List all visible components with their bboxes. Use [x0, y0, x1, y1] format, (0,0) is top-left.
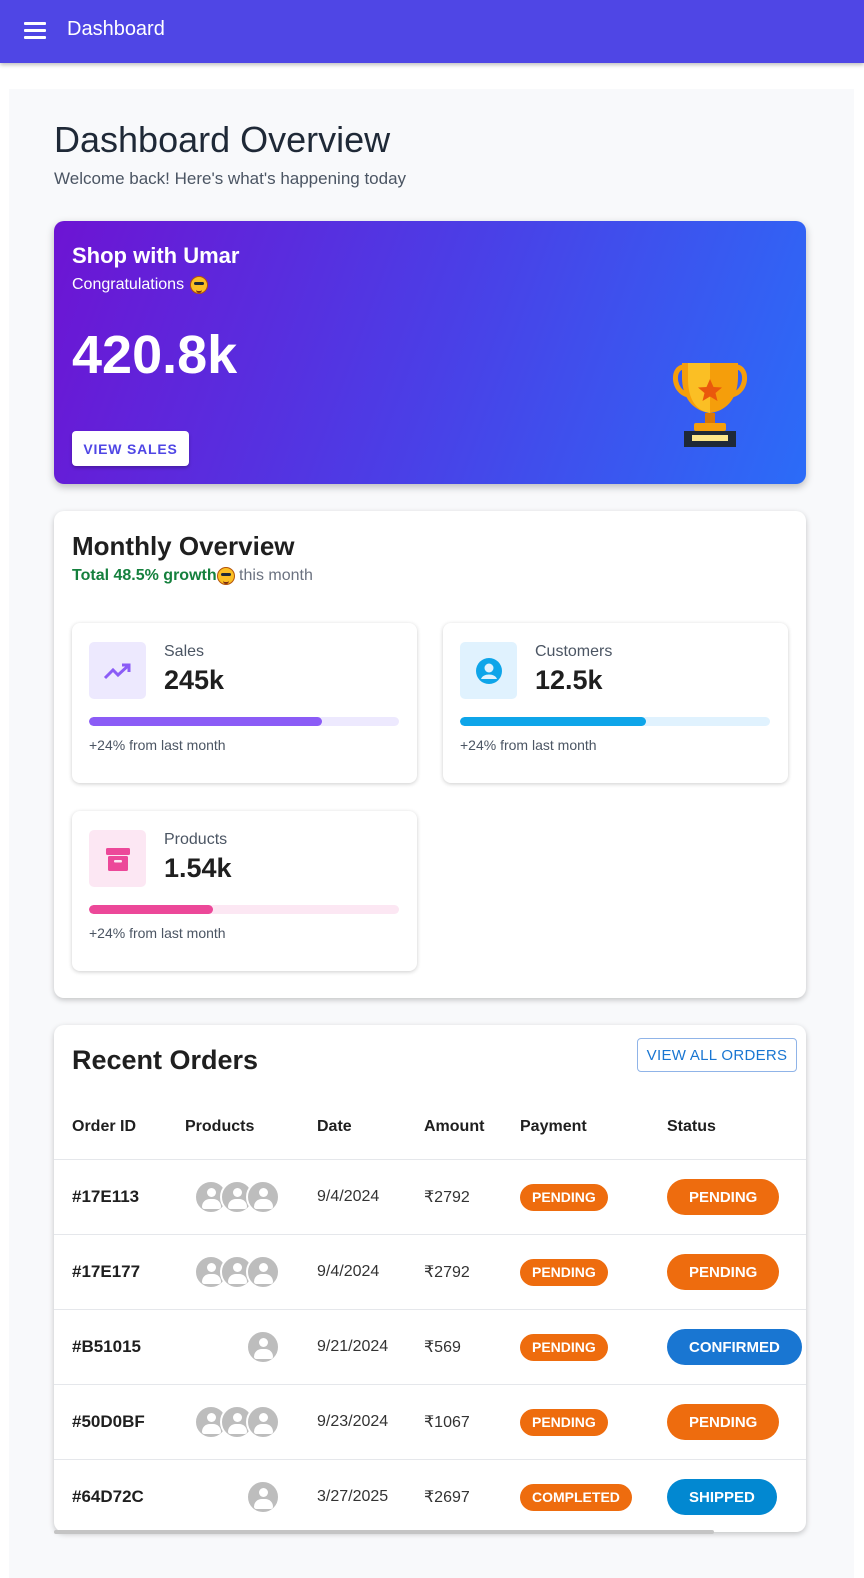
stat-card-products: Products 1.54k +24% from last month: [72, 811, 417, 971]
menu-icon[interactable]: [24, 22, 46, 40]
stat-label: Sales: [164, 643, 205, 660]
recent-orders-card: Recent Orders VIEW ALL ORDERS Order ID P…: [54, 1025, 806, 1534]
order-id[interactable]: #50D0BF: [72, 1385, 145, 1459]
account-icon: [460, 642, 517, 699]
payment-badge: PENDING: [520, 1183, 608, 1211]
order-amount: ₹2792: [424, 1264, 470, 1281]
trending-up-icon: [89, 642, 146, 699]
trophy-icon: [673, 363, 747, 447]
product-avatars: [185, 1460, 280, 1534]
product-avatars: [185, 1235, 280, 1309]
order-date: 9/23/2024: [317, 1413, 389, 1430]
stat-note: +24% from last month: [89, 737, 226, 753]
product-avatar-icon: [246, 1330, 280, 1364]
progress-bar: [89, 717, 399, 726]
page-subtitle: Welcome back! Here's what's happening to…: [54, 169, 407, 188]
stat-label: Products: [164, 831, 228, 848]
shop-name: Shop with Umar: [72, 243, 240, 268]
order-date: 9/21/2024: [317, 1338, 389, 1355]
app-title: Dashboard: [67, 18, 165, 40]
payment-cell: PENDING: [520, 1235, 608, 1309]
payment-cell: PENDING: [520, 1310, 608, 1384]
growth-text: Total 48.5% growth this month: [72, 567, 313, 585]
order-amount: ₹2792: [424, 1189, 470, 1206]
status-cell: PENDING: [667, 1385, 780, 1459]
payment-cell: COMPLETED: [520, 1460, 632, 1534]
order-date: 9/4/2024: [317, 1263, 380, 1280]
product-avatar-icon: [246, 1255, 280, 1289]
hero-card: Shop with Umar Congratulations 420.8k VI…: [54, 221, 806, 484]
status-badge: CONFIRMED: [667, 1329, 802, 1365]
product-avatars: [185, 1310, 280, 1384]
stat-value: 12.5k: [535, 665, 603, 695]
stat-note: +24% from last month: [89, 925, 226, 941]
order-id[interactable]: #B51015: [72, 1310, 141, 1384]
overview-title: Monthly Overview: [72, 531, 295, 561]
progress-bar: [89, 905, 399, 914]
column-header-status[interactable]: Status: [667, 1118, 716, 1136]
growth-value: Total 48.5% growth: [72, 567, 217, 584]
monthly-overview-card: Monthly Overview Total 48.5% growth this…: [54, 511, 806, 998]
table-row[interactable]: #64D72C 3/27/2025 ₹2697 COMPLETED SHIPPED: [54, 1459, 806, 1534]
page-content: Dashboard Overview Welcome back! Here's …: [9, 89, 854, 1578]
product-avatar-icon: [246, 1180, 280, 1214]
congrats-text: Congratulations: [72, 276, 209, 294]
product-avatar-icon: [246, 1480, 280, 1514]
stat-card-customers: Customers 12.5k +24% from last month: [443, 623, 788, 783]
product-avatar-icon: [246, 1405, 280, 1439]
horizontal-scrollbar[interactable]: [54, 1530, 714, 1534]
order-id[interactable]: #17E113: [72, 1160, 139, 1234]
order-amount: ₹569: [424, 1339, 461, 1356]
status-cell: SHIPPED: [667, 1460, 777, 1534]
status-badge: PENDING: [667, 1179, 780, 1215]
status-badge: SHIPPED: [667, 1479, 777, 1515]
status-badge: PENDING: [667, 1254, 780, 1290]
column-header-payment[interactable]: Payment: [520, 1118, 587, 1136]
column-header-date[interactable]: Date: [317, 1118, 352, 1136]
order-amount: ₹1067: [424, 1414, 470, 1431]
page-title: Dashboard Overview: [54, 119, 391, 160]
hero-value: 420.8k: [72, 325, 238, 385]
congrats-label: Congratulations: [72, 276, 185, 293]
product-avatars: [185, 1385, 280, 1459]
progress-bar: [460, 717, 770, 726]
status-cell: PENDING: [667, 1160, 780, 1234]
stat-card-sales: Sales 245k +24% from last month: [72, 623, 417, 783]
column-header-products[interactable]: Products: [185, 1118, 254, 1136]
growth-suffix: this month: [234, 567, 313, 584]
archive-icon: [89, 830, 146, 887]
payment-badge: PENDING: [520, 1408, 608, 1436]
order-amount: ₹2697: [424, 1489, 470, 1506]
column-header-amount[interactable]: Amount: [424, 1118, 484, 1136]
status-cell: CONFIRMED: [667, 1310, 802, 1384]
order-date: 3/27/2025: [317, 1488, 389, 1505]
view-sales-button[interactable]: VIEW SALES: [72, 431, 189, 466]
payment-badge: PENDING: [520, 1333, 608, 1361]
order-id[interactable]: #17E177: [72, 1235, 140, 1309]
stat-value: 245k: [164, 665, 225, 695]
stat-note: +24% from last month: [460, 737, 597, 753]
table-row[interactable]: #17E113 9/4/2024 ₹2792 PENDING PENDING: [54, 1159, 806, 1234]
stat-label: Customers: [535, 643, 613, 660]
payment-badge: COMPLETED: [520, 1483, 632, 1511]
orders-title: Recent Orders: [72, 1045, 259, 1075]
column-header-order-id[interactable]: Order ID: [72, 1118, 136, 1136]
payment-cell: PENDING: [520, 1385, 608, 1459]
stat-value: 1.54k: [164, 853, 232, 883]
status-cell: PENDING: [667, 1235, 780, 1309]
product-avatars: [185, 1160, 280, 1234]
app-bar: Dashboard: [0, 0, 864, 63]
view-all-orders-button[interactable]: VIEW ALL ORDERS: [637, 1038, 797, 1072]
smiley-icon: [190, 276, 209, 294]
order-id[interactable]: #64D72C: [72, 1460, 144, 1534]
table-row[interactable]: #50D0BF 9/23/2024 ₹1067 PENDING PENDING: [54, 1384, 806, 1459]
table-row[interactable]: #B51015 9/21/2024 ₹569 PENDING CONFIRMED: [54, 1309, 806, 1384]
payment-badge: PENDING: [520, 1258, 608, 1286]
cool-emoji-icon: [216, 567, 235, 585]
table-row[interactable]: #17E177 9/4/2024 ₹2792 PENDING PENDING: [54, 1234, 806, 1309]
status-badge: PENDING: [667, 1404, 780, 1440]
order-date: 9/4/2024: [317, 1188, 380, 1205]
payment-cell: PENDING: [520, 1160, 608, 1234]
